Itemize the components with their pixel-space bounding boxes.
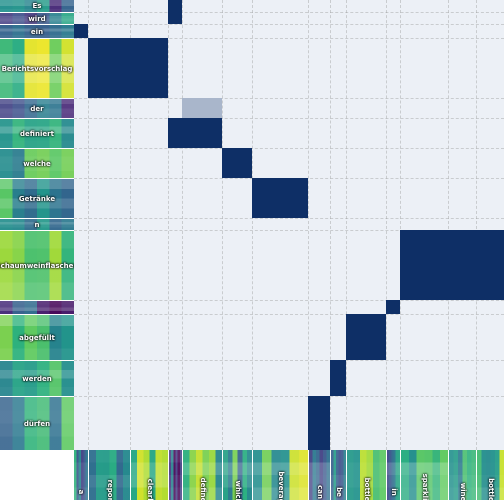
x-tick-7: can [308, 450, 330, 500]
y-tick-5: definiert [0, 118, 74, 148]
y-tick-10 [0, 300, 74, 314]
y-tick-0: Es [0, 0, 74, 12]
x-tick-4: defines [182, 450, 222, 500]
heatmap-cell [88, 38, 130, 98]
grid-line-h [74, 98, 504, 99]
x-tick-10: in [386, 450, 400, 500]
spectrogram-slice [0, 25, 74, 38]
spectrogram-slice [253, 450, 308, 500]
y-tick-8: n [0, 218, 74, 230]
heatmap-cell [400, 230, 448, 300]
grid-line-h [74, 12, 504, 13]
spectrogram-slice [347, 450, 386, 500]
spectrogram-slice [449, 450, 476, 500]
heatmap-cell [448, 230, 476, 300]
spectrogram-slice [477, 450, 504, 500]
grid-line-h [74, 218, 504, 219]
grid-line-v [346, 0, 347, 450]
y-tick-9: Schaumweinflaschen [0, 230, 74, 300]
spectrogram-slice [0, 315, 74, 360]
spectrogram-slice [331, 450, 346, 500]
spectrogram-slice [223, 450, 252, 500]
x-tick-13: bottles [476, 450, 504, 500]
grid-line-h [74, 148, 504, 149]
x-tick-9: bottled [346, 450, 386, 500]
spectrogram-slice [0, 0, 74, 12]
y-tick-11: abgefüllt [0, 314, 74, 360]
heatmap-cell [130, 38, 168, 98]
grid-line-h [74, 118, 504, 119]
grid-line-v [308, 0, 309, 450]
grid-line-v [448, 0, 449, 450]
y-tick-12: werden [0, 360, 74, 396]
spectrogram-slice [74, 450, 88, 500]
x-tick-5: which [222, 450, 252, 500]
y-tick-3: Berichtsvorschlag [0, 38, 74, 98]
x-tick-6: beverages [252, 450, 308, 500]
spectrogram-slice [89, 450, 130, 500]
y-tick-7: Getränke [0, 178, 74, 218]
spectrogram-slice [387, 450, 400, 500]
heatmap-cell [476, 230, 504, 300]
spectrogram-slice [0, 397, 74, 450]
x-tick-12: wine [448, 450, 476, 500]
grid-line-v [476, 0, 477, 450]
y-tick-13: dürfen [0, 396, 74, 450]
spectrogram-slice [183, 450, 222, 500]
y-tick-4: der [0, 98, 74, 118]
spectrogram-slice [309, 450, 330, 500]
y-tick-1: wird [0, 12, 74, 24]
grid-line-v [400, 0, 401, 450]
x-tick-0: a [74, 450, 88, 500]
grid-line-h [74, 360, 504, 361]
spectrogram-slice [131, 450, 168, 500]
heatmap-cell [168, 12, 182, 24]
x-axis-spectrogram-strip: areportclearly defineswhichbeveragescanbe… [74, 450, 504, 500]
spectrogram-slice [0, 149, 74, 178]
spectrogram-slice [0, 179, 74, 218]
grid-line-h [74, 396, 504, 397]
spectrogram-slice [0, 219, 74, 230]
heatmap-cell [386, 300, 400, 314]
spectrogram-slice [0, 39, 74, 98]
y-tick-2: ein [0, 24, 74, 38]
spectrogram-slice [0, 301, 74, 314]
grid-line-v [386, 0, 387, 450]
spectrogram-slice [169, 450, 182, 500]
spectrogram-slice [401, 450, 448, 500]
heatmap-cell [182, 98, 222, 118]
heatmap-cell [308, 396, 330, 450]
grid-line-v [168, 0, 169, 450]
x-tick-3 [168, 450, 182, 500]
heatmap-cell [168, 0, 182, 12]
grid-line-h [74, 314, 504, 315]
x-tick-2: clearly [130, 450, 168, 500]
spectrogram-slice [0, 361, 74, 396]
x-tick-1: report [88, 450, 130, 500]
heatmap-cell [182, 118, 222, 148]
y-tick-6: welche [0, 148, 74, 178]
grid-line-v [182, 0, 183, 450]
spectrogram-slice [0, 231, 74, 300]
grid-line-h [74, 24, 504, 25]
heatmap-cell [74, 24, 88, 38]
spectrogram-slice [0, 13, 74, 24]
spectrogram-slice [0, 99, 74, 118]
spectrogram-slice [0, 119, 74, 148]
grid-line-v [222, 0, 223, 450]
heatmap-cell [346, 314, 386, 360]
heatmap-cell [222, 148, 252, 178]
x-tick-11: sparkling [400, 450, 448, 500]
y-axis-spectrogram-strip: EswirdeinBerichtsvorschlagderdefiniertwe… [0, 0, 74, 450]
heatmap-cell [168, 118, 182, 148]
heatmap-cell [252, 178, 308, 218]
alignment-heatmap [74, 0, 504, 450]
grid-line-h [74, 300, 504, 301]
grid-line-v [252, 0, 253, 450]
x-tick-8: be [330, 450, 346, 500]
heatmap-cell [330, 360, 346, 396]
